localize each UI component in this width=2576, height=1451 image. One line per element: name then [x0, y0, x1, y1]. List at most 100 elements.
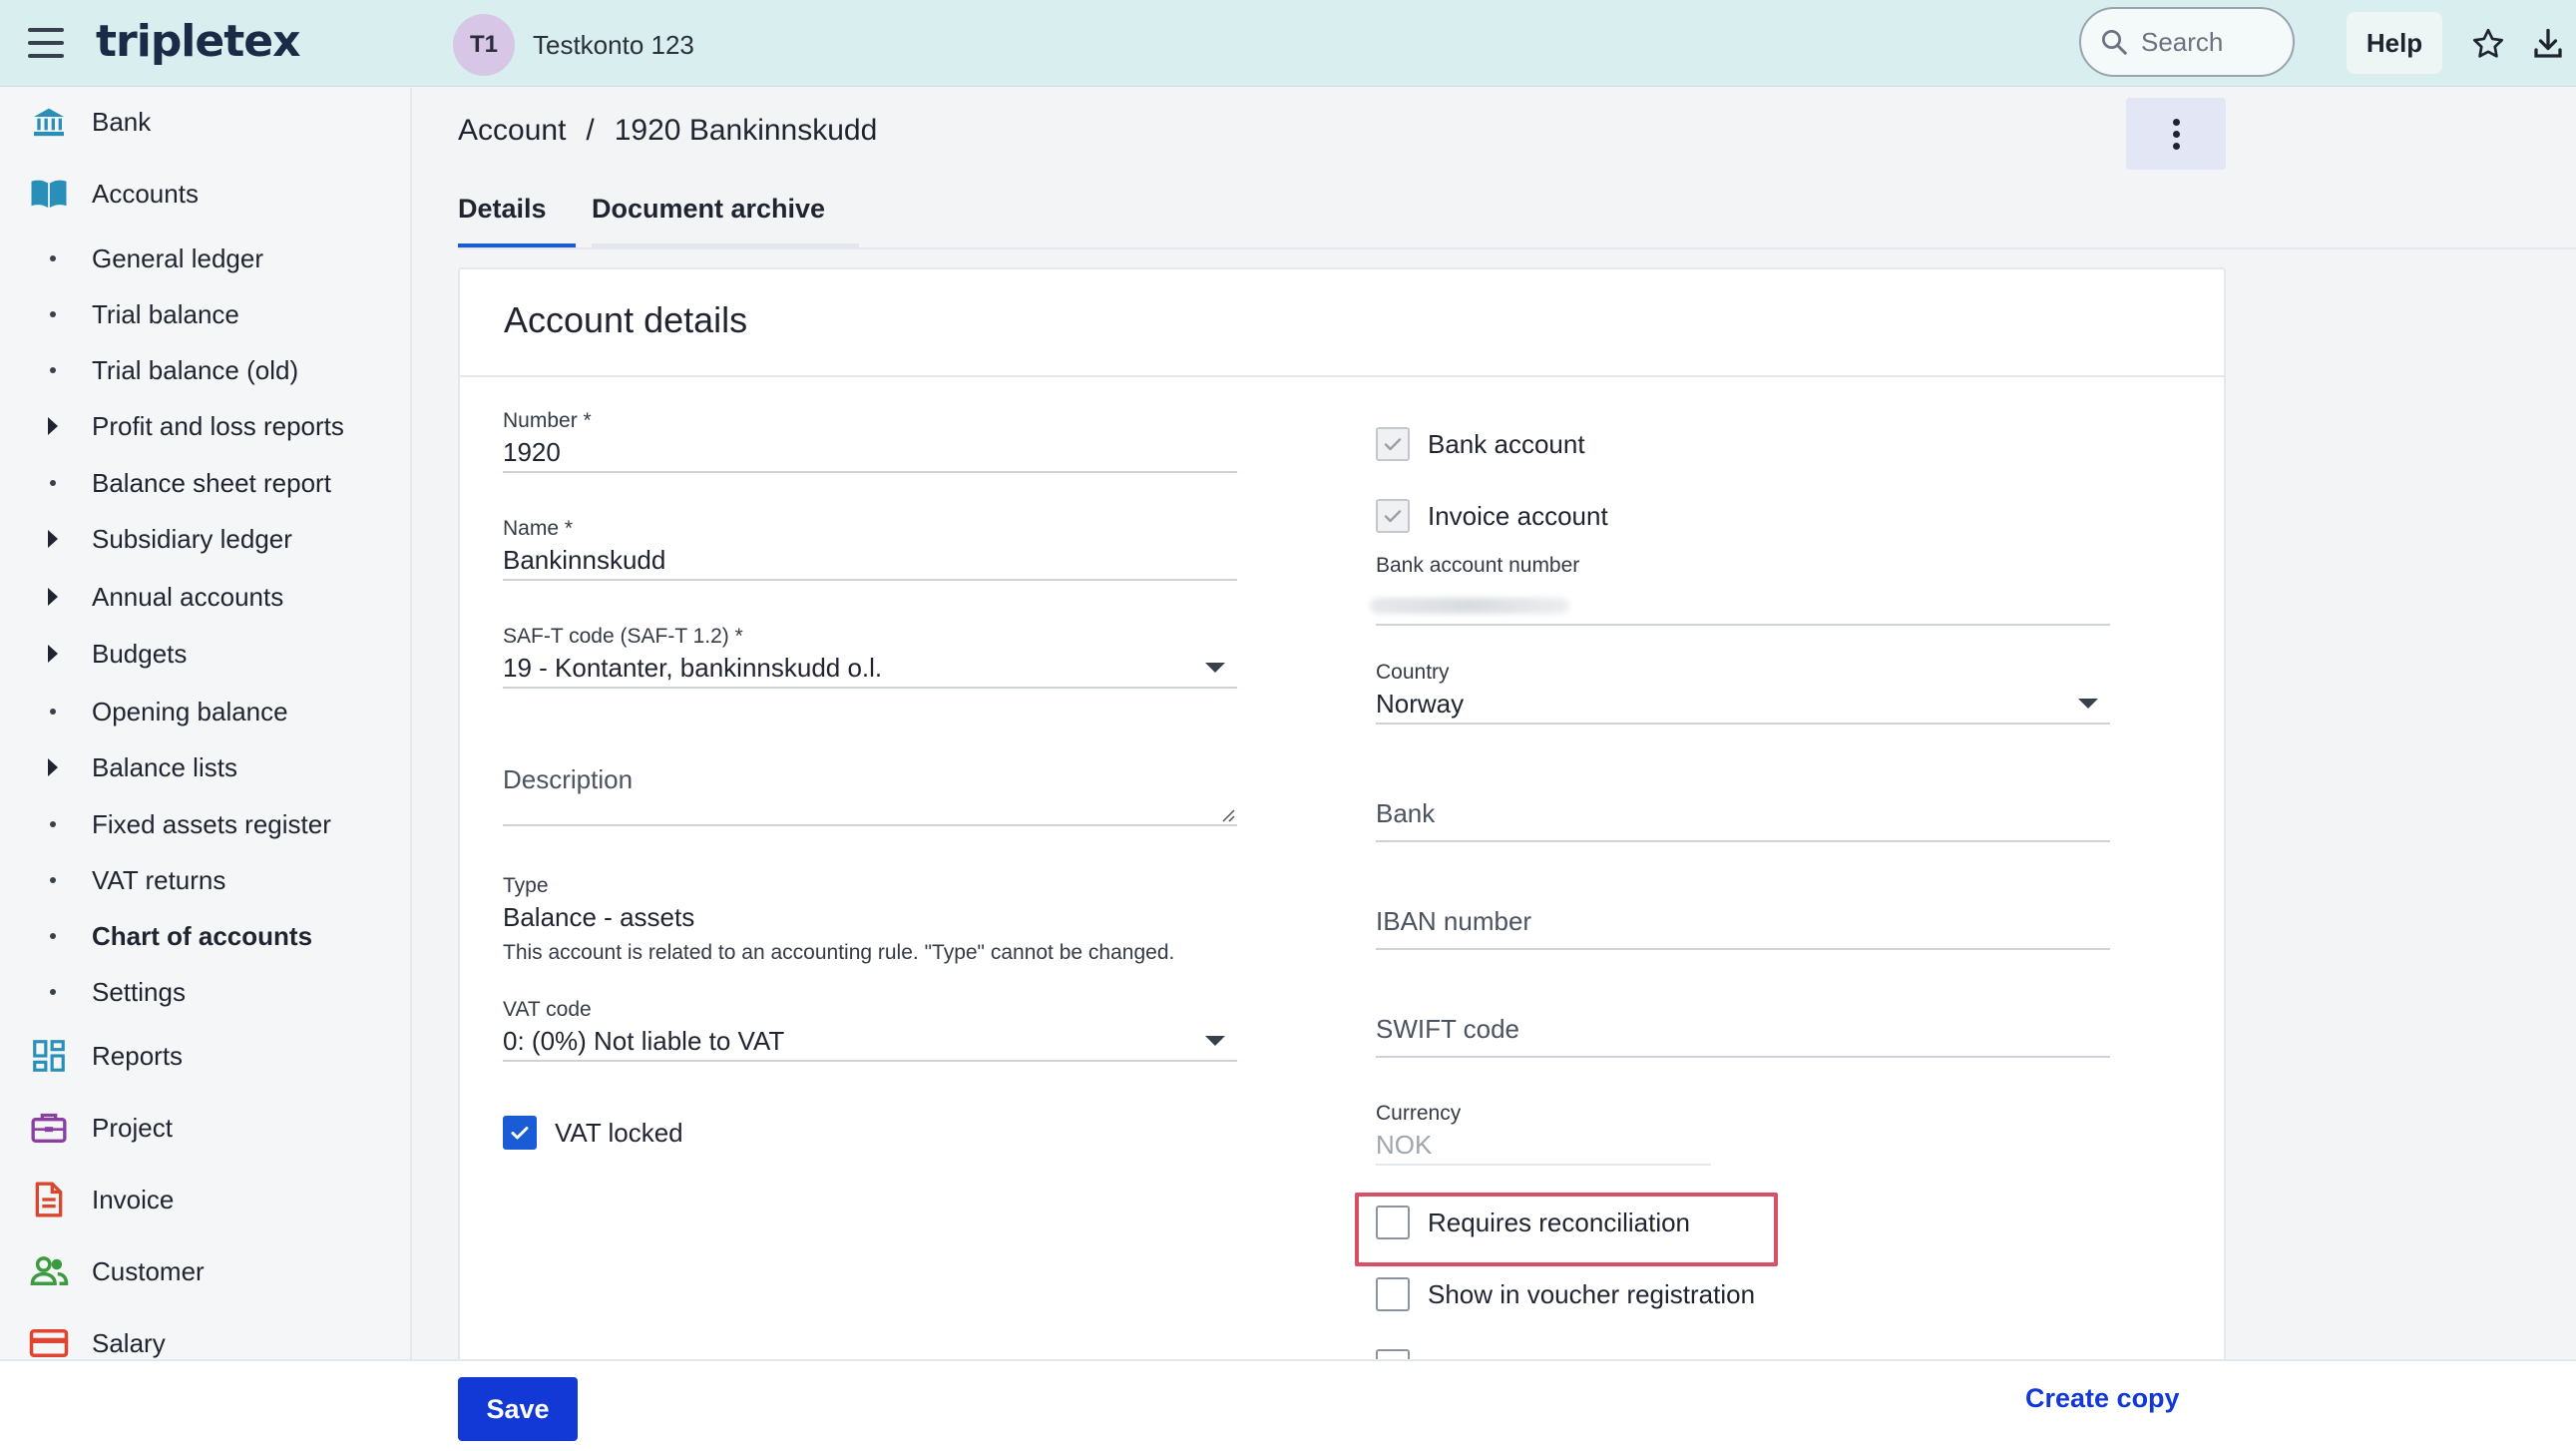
sidebar-item-profit-and-loss-reports[interactable]: Profit and loss reports: [0, 401, 412, 451]
breadcrumb: Account / 1920 Bankinnskudd: [458, 114, 877, 148]
description-textarea[interactable]: Description: [503, 764, 1237, 826]
sidebar-item-vat-returns[interactable]: VAT returns: [0, 855, 412, 905]
page-title: 1920 Bankinnskudd: [614, 114, 878, 147]
vat-label: VAT code: [503, 998, 592, 1021]
sidebar-item-label: Trial balance (old): [92, 354, 299, 385]
name-value: Bankinnskudd: [503, 545, 666, 575]
sidebar-item-label: Accounts: [92, 178, 199, 209]
sidebar-item-label: Balance lists: [92, 751, 237, 782]
bullet-icon: [50, 367, 56, 373]
sidebar-item-invoice[interactable]: Invoice: [0, 1172, 412, 1227]
invoice-account-label: Invoice account: [1428, 500, 1608, 531]
search-box[interactable]: [2079, 7, 2295, 77]
currency-field: Currency NOK: [1376, 1102, 1711, 1166]
caret-right-icon: [48, 530, 58, 548]
breadcrumb-account-link[interactable]: Account: [458, 114, 566, 148]
iban-field[interactable]: IBAN number: [1376, 906, 2110, 950]
resize-handle-icon[interactable]: [1219, 806, 1235, 822]
create-copy-button[interactable]: Create copy: [2025, 1383, 2180, 1414]
sidebar-item-opening-balance[interactable]: Opening balance: [0, 687, 412, 736]
vat-locked-label: VAT locked: [555, 1117, 683, 1148]
sidebar-item-budgets[interactable]: Budgets: [0, 629, 412, 679]
sidebar-item-bank[interactable]: Bank: [0, 94, 412, 150]
save-button[interactable]: Save: [458, 1377, 578, 1441]
sidebar-item-label: Balance sheet report: [92, 467, 331, 498]
type-field: Type Balance - assets This account is re…: [503, 874, 1261, 974]
sidebar-item-balance-lists[interactable]: Balance lists: [0, 742, 412, 792]
sidebar-item-label: Subsidiary ledger: [92, 523, 292, 554]
top-bar: tripletex T1 Testkonto 123 Help: [0, 0, 2576, 87]
bank-label: Bank: [1376, 798, 1436, 828]
bullet-icon: [50, 311, 56, 317]
help-button[interactable]: Help: [2347, 12, 2442, 74]
bullet-icon: [50, 877, 56, 883]
description-label: Description: [503, 764, 634, 794]
sidebar-item-label: Annual accounts: [92, 581, 284, 612]
chevron-down-icon: [1205, 1036, 1225, 1046]
bank-account-label: Bank account: [1428, 428, 1585, 459]
sidebar-item-project[interactable]: Project: [0, 1100, 412, 1156]
sidebar-item-balance-sheet-report[interactable]: Balance sheet report: [0, 458, 412, 508]
sidebar-item-accounts[interactable]: Accounts: [0, 166, 412, 222]
sidebar-item-settings[interactable]: Settings: [0, 967, 412, 1017]
bullet-icon: [50, 821, 56, 827]
vat-locked-checkbox[interactable]: VAT locked: [503, 1116, 683, 1150]
card-divider: [460, 375, 2224, 377]
card-title: Account details: [504, 299, 748, 340]
sidebar: Bank Accounts General ledger Trial balan…: [0, 88, 412, 1451]
sidebar-item-customer[interactable]: Customer: [0, 1243, 412, 1299]
type-note: This account is related to an accounting…: [503, 941, 1175, 964]
sidebar-item-label: Budgets: [92, 638, 188, 669]
show-in-voucher-label: Show in voucher registration: [1428, 1278, 1756, 1309]
bullet-icon: [50, 709, 56, 715]
swift-field[interactable]: SWIFT code: [1376, 1014, 2110, 1058]
sidebar-item-label: Reports: [92, 1040, 184, 1071]
sidebar-item-reports[interactable]: Reports: [0, 1028, 412, 1084]
sidebar-item-trial-balance[interactable]: Trial balance: [0, 289, 412, 339]
bank-account-number-field[interactable]: Bank account number: [1370, 554, 2110, 626]
sidebar-item-subsidiary-ledger[interactable]: Subsidiary ledger: [0, 514, 412, 564]
number-field[interactable]: Number * 1920: [503, 409, 1237, 473]
currency-value: NOK: [1376, 1130, 1433, 1160]
sidebar-item-trial-balance-old[interactable]: Trial balance (old): [0, 345, 412, 395]
saft-value: 19 - Kontanter, bankinnskudd o.l.: [503, 653, 883, 683]
sidebar-item-fixed-assets-register[interactable]: Fixed assets register: [0, 799, 412, 849]
main-content: Account / 1920 Bankinnskudd Details Docu…: [414, 88, 2576, 1451]
caret-right-icon: [48, 758, 58, 776]
search-input[interactable]: [2141, 26, 2261, 58]
bank-account-number-label: Bank account number: [1376, 554, 1580, 577]
bank-field[interactable]: Bank: [1376, 798, 2110, 842]
tab-document-archive[interactable]: Document archive: [592, 194, 859, 249]
country-value: Norway: [1376, 689, 1465, 719]
checkbox-checked-icon: [1376, 499, 1410, 533]
company-avatar: T1: [453, 14, 515, 76]
tripletex-logo[interactable]: tripletex: [96, 16, 300, 67]
more-options-icon[interactable]: [2126, 98, 2226, 170]
saft-code-select[interactable]: SAF-T code (SAF-T 1.2) * 19 - Kontanter,…: [503, 625, 1237, 689]
checkbox-unchecked-icon: [1376, 1277, 1410, 1311]
bullet-icon: [50, 255, 56, 261]
chevron-down-icon: [1205, 663, 1225, 673]
hamburger-menu-icon[interactable]: [28, 28, 64, 58]
invoice-account-checkbox[interactable]: Invoice account: [1376, 499, 1608, 533]
name-field[interactable]: Name * Bankinnskudd: [503, 517, 1237, 581]
company-switcher[interactable]: T1 Testkonto 123: [453, 14, 694, 76]
tab-label: Document archive: [592, 194, 826, 224]
sidebar-item-annual-accounts[interactable]: Annual accounts: [0, 572, 412, 622]
bank-account-checkbox[interactable]: Bank account: [1376, 427, 1585, 461]
sidebar-item-label: VAT returns: [92, 864, 226, 895]
vat-code-select[interactable]: VAT code 0: (0%) Not liable to VAT: [503, 998, 1237, 1062]
sidebar-item-label: General ledger: [92, 242, 263, 273]
tab-details[interactable]: Details: [458, 194, 576, 249]
sidebar-item-general-ledger[interactable]: General ledger: [0, 234, 412, 283]
checkbox-checked-icon: [503, 1116, 537, 1150]
redacted-value: [1370, 598, 1569, 614]
download-icon[interactable]: [2524, 20, 2572, 68]
star-icon[interactable]: [2464, 20, 2512, 68]
country-select[interactable]: Country Norway: [1376, 661, 2110, 725]
number-label: Number *: [503, 409, 592, 432]
sidebar-item-label: Customer: [92, 1255, 205, 1286]
sidebar-item-chart-of-accounts[interactable]: Chart of accounts: [0, 911, 412, 961]
show-in-voucher-checkbox[interactable]: Show in voucher registration: [1376, 1277, 1755, 1311]
breadcrumb-separator: /: [586, 114, 595, 147]
